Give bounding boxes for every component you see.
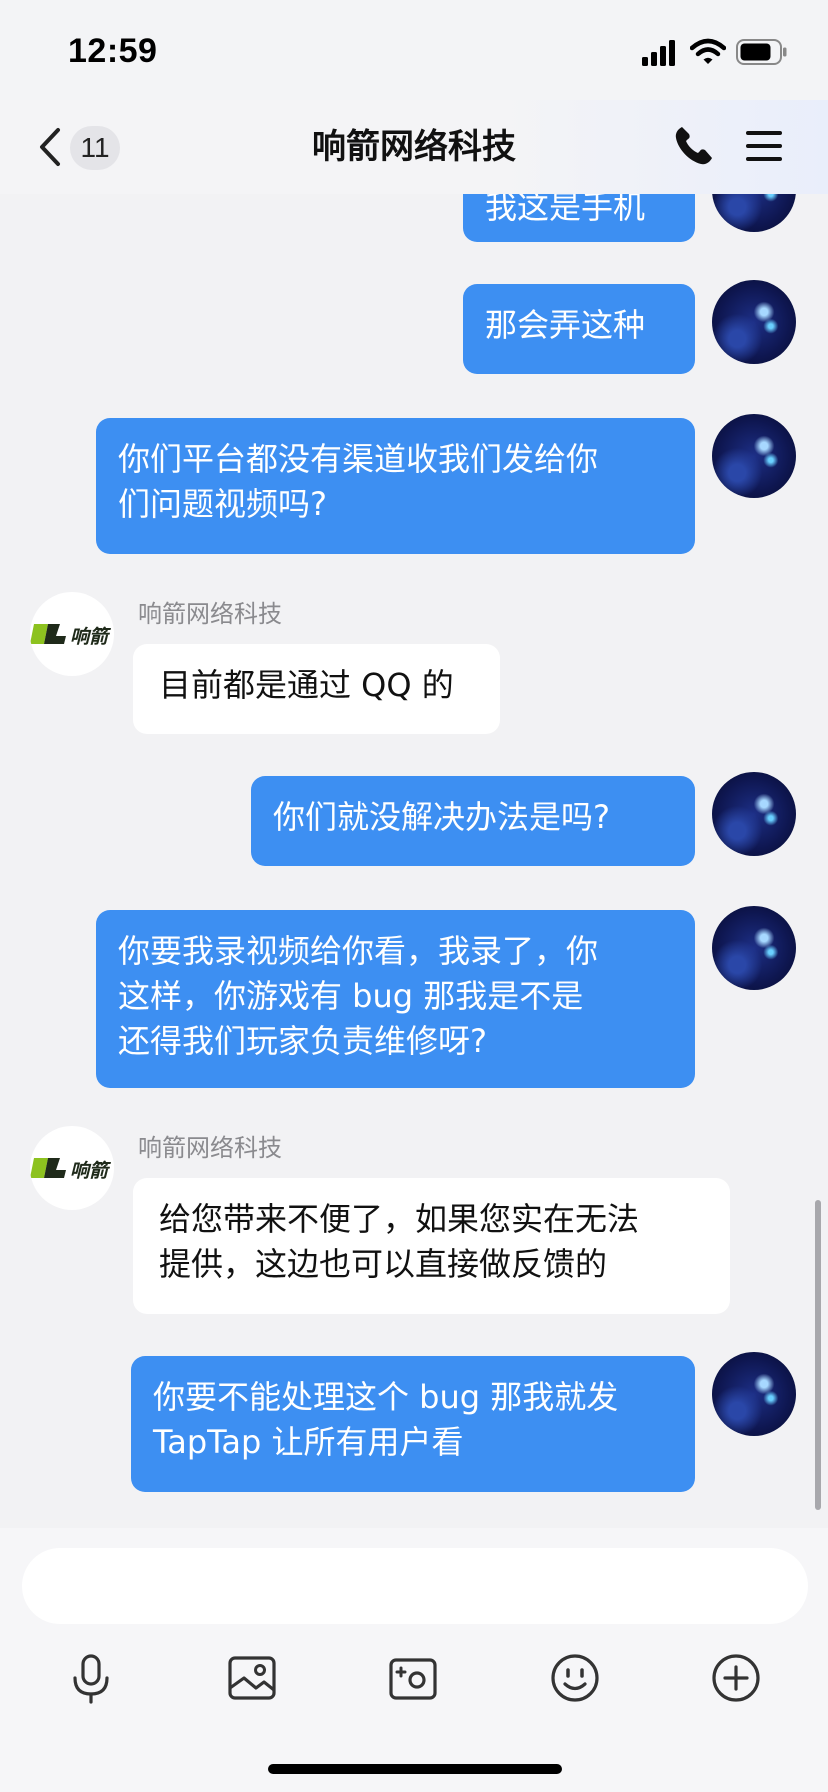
microphone-icon[interactable] xyxy=(61,1648,121,1708)
status-time: 12:59 xyxy=(68,32,158,70)
user-avatar[interactable] xyxy=(712,414,796,498)
user-avatar[interactable] xyxy=(712,772,796,856)
home-indicator[interactable] xyxy=(268,1764,562,1774)
message-bubble-outgoing[interactable]: 那会弄这种 xyxy=(463,284,695,374)
message-text-line: 还得我们玩家负责维修呀? xyxy=(118,1022,487,1060)
back-chevron-icon[interactable] xyxy=(36,126,64,168)
message-bubble-incoming[interactable]: 目前都是通过 QQ 的 xyxy=(133,644,500,734)
message-input[interactable] xyxy=(22,1548,808,1624)
message-text: 目前都是通过 QQ 的 xyxy=(159,666,454,704)
phone-call-icon[interactable] xyxy=(672,124,716,168)
company-avatar[interactable]: 响箭 xyxy=(30,1126,114,1210)
message-text-line: TapTap 让所有用户看 xyxy=(153,1423,464,1461)
battery-icon xyxy=(736,39,787,65)
plus-icon[interactable] xyxy=(706,1648,766,1708)
message-text-line: 这样，你游戏有 bug 那我是不是 xyxy=(118,977,584,1015)
message-bubble-outgoing[interactable]: 你要不能处理这个 bug 那我就发 TapTap 让所有用户看 xyxy=(131,1356,695,1492)
company-avatar[interactable]: 响箭 xyxy=(30,592,114,676)
company-logo-icon: 响箭 xyxy=(30,1158,112,1182)
status-bar: 12:59 xyxy=(0,0,828,100)
message-bubble-outgoing[interactable]: 你们就没解决办法是吗? xyxy=(251,776,695,866)
nav-bar: 11 响箭网络科技 xyxy=(0,100,828,194)
menu-icon[interactable] xyxy=(744,128,784,164)
chat-screen: 我这是手机 那会弄这种 你们平台都没有渠道收我们发给你 们问题视频吗? 响箭 响… xyxy=(0,0,828,1792)
company-logo-text: 响箭 xyxy=(70,1160,112,1182)
message-text-line: 你要我录视频给你看，我录了，你 xyxy=(118,932,599,970)
sender-name: 响箭网络科技 xyxy=(138,600,282,628)
message-text: 你们就没解决办法是吗? xyxy=(273,798,610,836)
user-avatar[interactable] xyxy=(712,906,796,990)
message-bubble-outgoing[interactable]: 你们平台都没有渠道收我们发给你 们问题视频吗? xyxy=(96,418,695,554)
user-avatar[interactable] xyxy=(712,1352,796,1436)
camera-icon[interactable] xyxy=(383,1648,443,1708)
image-icon[interactable] xyxy=(222,1648,282,1708)
message-list[interactable]: 我这是手机 那会弄这种 你们平台都没有渠道收我们发给你 们问题视频吗? 响箭 响… xyxy=(0,0,828,1528)
company-logo-text: 响箭 xyxy=(70,626,112,648)
input-area xyxy=(0,1528,828,1792)
scrollbar[interactable] xyxy=(815,1200,821,1510)
chat-title: 响箭网络科技 xyxy=(312,127,516,167)
message-text-line: 你要不能处理这个 bug 那我就发 xyxy=(153,1378,619,1416)
message-text-line: 提供，这边也可以直接做反馈的 xyxy=(159,1245,608,1283)
unread-count-badge[interactable]: 11 xyxy=(70,126,120,170)
wifi-icon xyxy=(690,38,726,64)
message-text-line: 们问题视频吗? xyxy=(118,485,327,523)
message-text-line: 给您带来不便了，如果您实在无法 xyxy=(159,1200,640,1238)
emoji-icon[interactable] xyxy=(545,1648,605,1708)
sender-name: 响箭网络科技 xyxy=(138,1134,282,1162)
signal-icon xyxy=(642,40,675,66)
message-text: 那会弄这种 xyxy=(485,306,646,344)
message-text-line: 你们平台都没有渠道收我们发给你 xyxy=(118,440,599,478)
message-bubble-incoming[interactable]: 给您带来不便了，如果您实在无法 提供，这边也可以直接做反馈的 xyxy=(133,1178,730,1314)
company-logo-icon: 响箭 xyxy=(30,624,112,648)
user-avatar[interactable] xyxy=(712,280,796,364)
message-bubble-outgoing[interactable]: 你要我录视频给你看，我录了，你 这样，你游戏有 bug 那我是不是 还得我们玩家… xyxy=(96,910,695,1088)
